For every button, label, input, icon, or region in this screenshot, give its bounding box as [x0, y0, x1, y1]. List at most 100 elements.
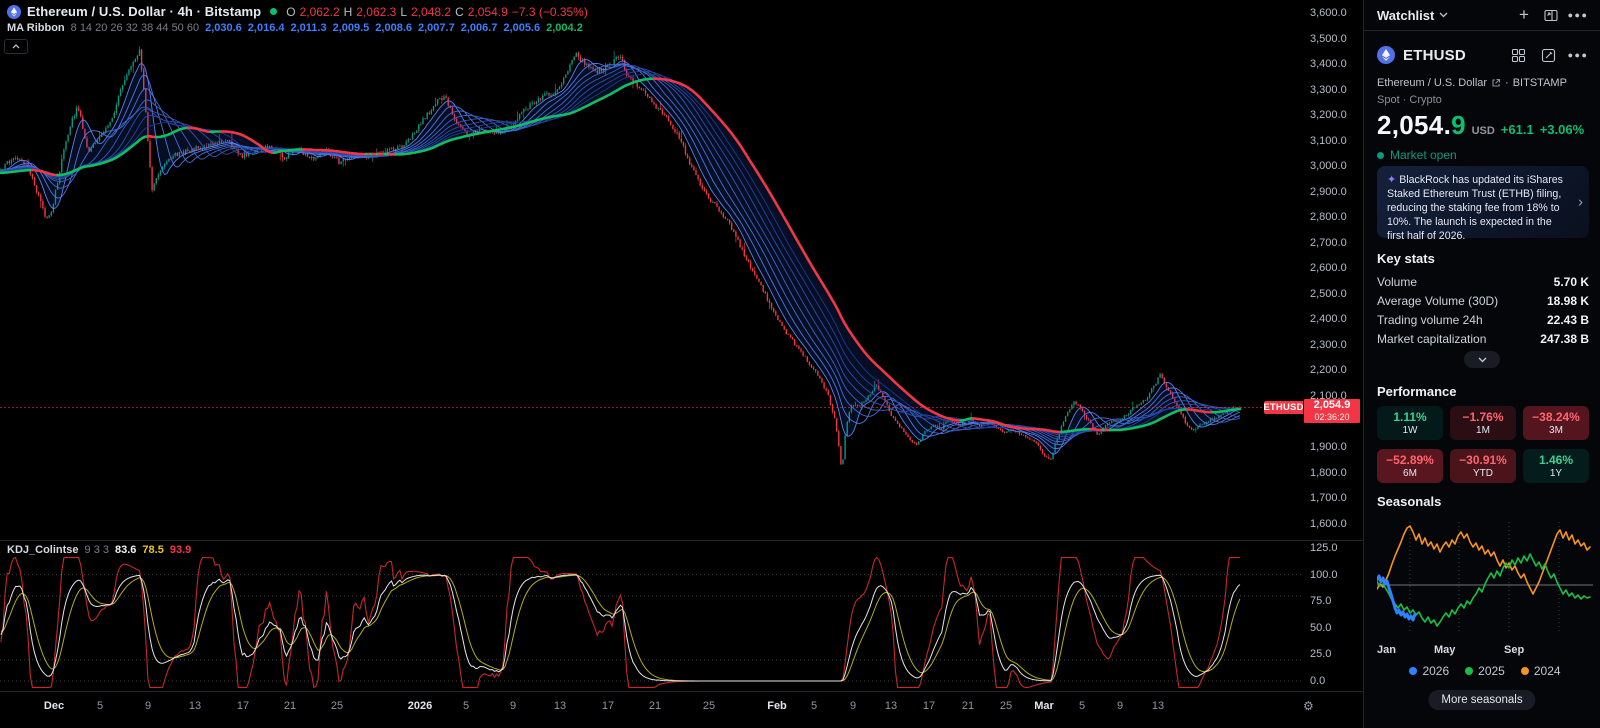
- performance-tile-3m[interactable]: −38.24%3M: [1523, 406, 1589, 440]
- performance-title: Performance: [1377, 384, 1456, 399]
- symbol-description[interactable]: Ethereum / U.S. Dollar: [1377, 77, 1487, 89]
- time-axis-label: 9: [850, 700, 856, 712]
- price-kdj-chart[interactable]: [0, 0, 1363, 692]
- key-stat-label: Trading volume 24h: [1377, 313, 1483, 327]
- chevron-down-icon[interactable]: [1439, 12, 1448, 18]
- price-axis-label: 3,500.0: [1310, 33, 1347, 45]
- kdj-name: KDJ_Colintse: [7, 544, 79, 556]
- axis-settings-icon[interactable]: ⚙: [1303, 699, 1314, 713]
- ma-ribbon-line: [1, 66, 1240, 440]
- price-currency: USD: [1472, 125, 1495, 137]
- time-axis-label: 17: [923, 700, 935, 712]
- time-axis-label: 5: [463, 700, 469, 712]
- legend-label: 2025: [1478, 664, 1505, 678]
- ma-value: 2,011.3: [291, 22, 327, 34]
- chart-pane[interactable]: Ethereum / U.S. Dollar · 4h · Bitstamp O…: [0, 0, 1363, 728]
- performance-tile-6m[interactable]: −52.89%6M: [1377, 449, 1443, 483]
- tradingview-app: Ethereum / U.S. Dollar · 4h · Bitstamp O…: [0, 0, 1600, 728]
- watchlist-header: Watchlist + ●●●: [1364, 0, 1600, 31]
- price-axis-label: 1,800.0: [1310, 467, 1347, 479]
- symbol-price-row: 2,054.9 USD +61.1 +3.06%: [1377, 110, 1584, 141]
- performance-grid: 1.11%1W−1.76%1M−38.24%3M−52.89%6M−30.91%…: [1377, 406, 1589, 483]
- edit-note-icon[interactable]: [1537, 44, 1559, 66]
- seasonals-chart: [1377, 516, 1593, 640]
- close-label: C: [455, 5, 464, 19]
- candle-wicks-up: [1, 46, 1238, 464]
- chart-symbol-title[interactable]: Ethereum / U.S. Dollar · 4h · Bitstamp: [27, 4, 261, 19]
- ma-ribbon-line: [1, 64, 1240, 442]
- kdj-d-value: 78.5: [142, 544, 163, 556]
- price-axis-label: 1,700.0: [1310, 492, 1347, 504]
- data-status-dot[interactable]: [270, 8, 277, 15]
- time-axis-label: 13: [554, 700, 566, 712]
- last-price-digit: 9: [1451, 110, 1465, 141]
- performance-tile-1w[interactable]: 1.11%1W: [1377, 406, 1443, 440]
- last-price: 2,054.: [1377, 110, 1451, 141]
- kdj-j-value: 93.9: [170, 544, 191, 556]
- ma-value: 2,008.6: [375, 22, 412, 34]
- symbol-exchange[interactable]: BITSTAMP: [1513, 77, 1567, 89]
- price-axis-label: 3,400.0: [1310, 58, 1347, 70]
- price-axis-label: 1,600.0: [1310, 518, 1347, 530]
- price-axis-label: 2,800.0: [1310, 211, 1347, 223]
- price-axis-label: 2,700.0: [1310, 237, 1347, 249]
- ma-ribbon-line: [1, 63, 1240, 448]
- watchlist-more-icon[interactable]: ●●●: [1567, 4, 1589, 26]
- time-axis-label: 21: [962, 700, 974, 712]
- legend-label: 2026: [1422, 664, 1449, 678]
- seasonals-legend-2024[interactable]: 2024: [1521, 664, 1561, 678]
- ma-ribbon-line: [1, 65, 1240, 445]
- open-label: O: [286, 5, 295, 19]
- key-stats-expand-button[interactable]: [1464, 351, 1500, 368]
- kdj-axis-label: 50.0: [1310, 622, 1331, 634]
- time-axis-label: 9: [1117, 700, 1123, 712]
- symbol-row[interactable]: ETHUSD ●●●: [1377, 44, 1589, 66]
- price-axis-label: 3,600.0: [1310, 7, 1347, 19]
- news-card[interactable]: ✦BlackRock has updated its iShares Stake…: [1377, 166, 1589, 238]
- performance-tile-1y[interactable]: 1.46%1Y: [1523, 449, 1589, 483]
- legend-collapse-button[interactable]: [4, 39, 28, 54]
- time-axis-label: 9: [145, 700, 151, 712]
- time-axis-label: 5: [97, 700, 103, 712]
- symbol-more-icon[interactable]: ●●●: [1567, 44, 1589, 66]
- symbol-description-row: Ethereum / U.S. Dollar · BITSTAMP: [1377, 77, 1567, 89]
- more-seasonals-button[interactable]: More seasonals: [1428, 690, 1535, 710]
- watchlist-title[interactable]: Watchlist: [1377, 8, 1434, 23]
- ma-ribbon-line: [1, 68, 1240, 436]
- legend-dot-icon: [1521, 667, 1529, 675]
- performance-tile-ytd[interactable]: −30.91%YTD: [1450, 449, 1516, 483]
- kdj-axis-label: 0.0: [1310, 675, 1325, 687]
- time-axis-label: 17: [237, 700, 249, 712]
- time-axis-label: 25: [703, 700, 715, 712]
- candle-bodies-up: [0, 50, 1238, 464]
- add-symbol-button[interactable]: +: [1513, 3, 1535, 25]
- legend-label: 2024: [1534, 664, 1561, 678]
- external-link-icon[interactable]: [1491, 78, 1501, 88]
- symbol-logo-icon: [7, 5, 21, 19]
- price-axis-label: 2,900.0: [1310, 186, 1347, 198]
- price-axis-label: 2,300.0: [1310, 339, 1347, 351]
- seasonals-legend-2025[interactable]: 2025: [1465, 664, 1505, 678]
- kdj-k-line: [1, 575, 1240, 681]
- compare-grid-icon[interactable]: [1507, 44, 1529, 66]
- ma-ribbon-name: MA Ribbon: [7, 22, 65, 34]
- ma-ribbon-legend[interactable]: MA Ribbon 8 14 20 26 32 38 44 50 60 2,03…: [7, 22, 583, 34]
- performance-tile-1m[interactable]: −1.76%1M: [1450, 406, 1516, 440]
- seasonals-month-axis: JanMaySep: [1377, 644, 1593, 658]
- time-axis-label: 2026: [408, 700, 432, 712]
- eth-logo-icon: [1377, 46, 1395, 64]
- symbol-ticker[interactable]: ETHUSD: [1403, 47, 1466, 64]
- key-stats-table: Volume5.70 KAverage Volume (30D)18.98 KT…: [1377, 272, 1589, 348]
- chevron-right-icon[interactable]: ›: [1578, 194, 1583, 211]
- time-axis-label: 21: [649, 700, 661, 712]
- key-stat-row: Average Volume (30D)18.98 K: [1377, 291, 1589, 310]
- key-stat-row: Market capitalization247.38 B: [1377, 329, 1589, 348]
- watchlist-panel-icon[interactable]: [1540, 4, 1562, 26]
- performance-value: −30.91%: [1459, 453, 1507, 467]
- seasonals-legend-2026[interactable]: 2026: [1409, 664, 1449, 678]
- time-axis-label: 25: [331, 700, 343, 712]
- candle-wicks-down: [3, 49, 1240, 465]
- ohlc-values: O2,062.2 H2,062.3 L2,048.2 C2,054.9 −7.3…: [286, 5, 588, 19]
- kdj-legend[interactable]: KDJ_Colintse 9 3 3 83.6 78.5 93.9: [7, 544, 191, 556]
- key-stats-title: Key stats: [1377, 251, 1435, 266]
